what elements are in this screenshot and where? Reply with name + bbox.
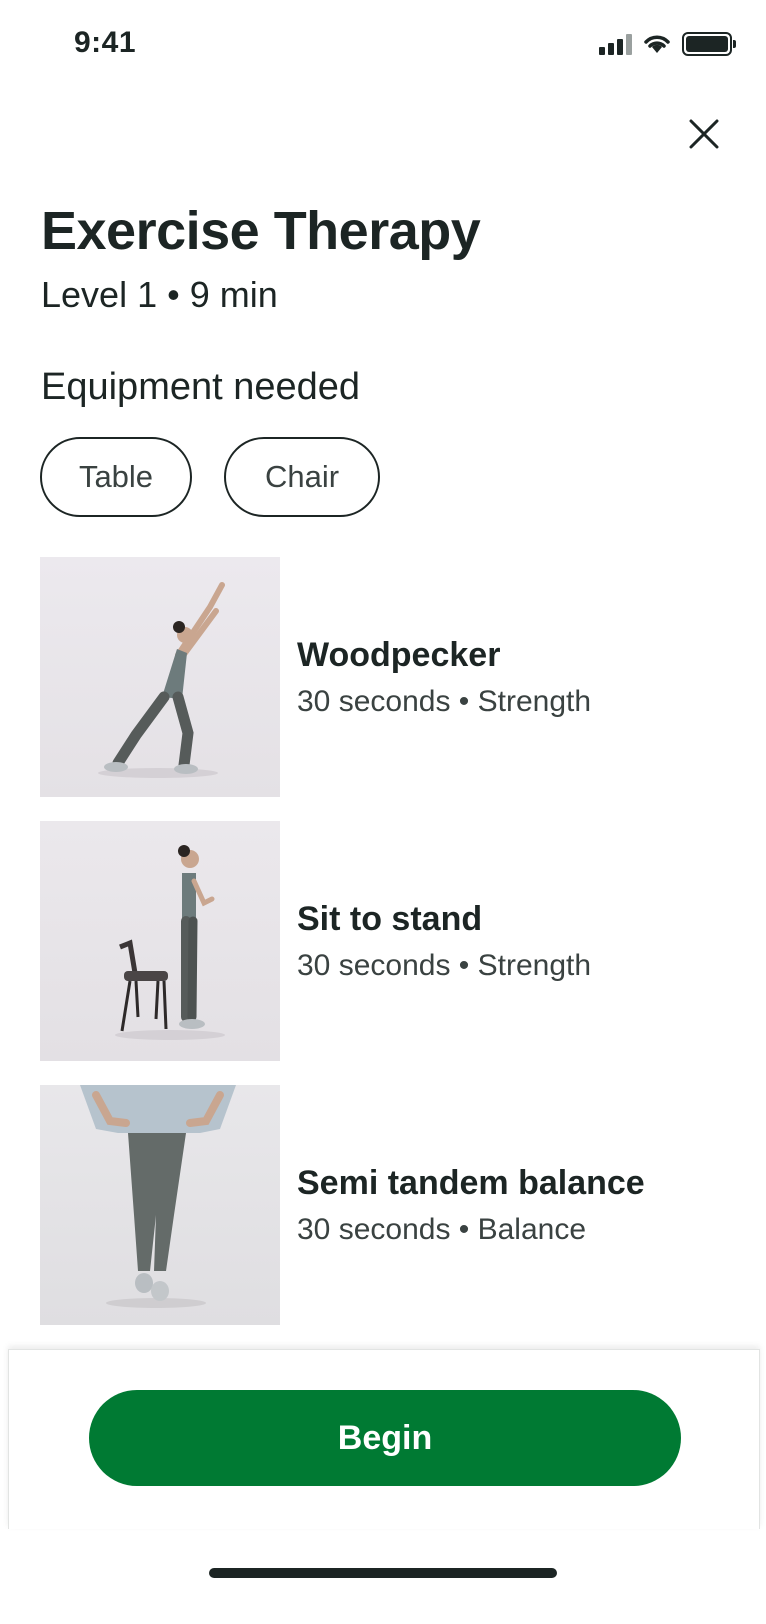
exercise-text: Woodpecker 30 seconds • Strength: [297, 636, 591, 719]
equipment-chip-list: Table Chair: [40, 437, 380, 517]
close-icon: [689, 119, 719, 149]
exercise-name: Semi tandem balance: [297, 1163, 645, 1202]
exercise-meta: 30 seconds • Balance: [297, 1212, 587, 1246]
equipment-heading: Equipment needed: [41, 366, 361, 408]
begin-button[interactable]: Begin: [89, 1390, 681, 1486]
session-subtitle: Level 1 • 9 min: [41, 274, 278, 315]
exercise-text: Sit to stand 30 seconds • Strength: [297, 900, 591, 983]
exercise-item-sit-to-stand[interactable]: Sit to stand 30 seconds • Strength: [40, 821, 740, 1061]
exercise-thumbnail-woodpecker: [40, 557, 280, 797]
exercise-item-semi-tandem-balance[interactable]: Semi tandem balance 30 seconds • Balance: [40, 1085, 740, 1325]
status-icons: [599, 32, 736, 56]
exercise-name: Woodpecker: [297, 635, 501, 674]
page-title: Exercise Therapy: [41, 201, 481, 261]
bottom-action-panel: Begin: [8, 1349, 760, 1529]
exercise-name: Sit to stand: [297, 899, 483, 938]
equipment-chip-chair[interactable]: Chair: [224, 437, 380, 517]
exercise-meta: 30 seconds • Strength: [297, 684, 592, 718]
home-indicator: [209, 1568, 557, 1578]
wifi-icon: [644, 35, 670, 53]
status-bar: 9:41: [0, 0, 766, 92]
exercise-thumbnail-semi-tandem-balance: [40, 1085, 280, 1325]
status-time: 9:41: [74, 26, 137, 59]
close-button[interactable]: [680, 110, 728, 158]
exercise-list: Woodpecker 30 seconds • Strength Sit to …: [40, 557, 740, 1349]
exercise-meta: 30 seconds • Strength: [297, 948, 592, 982]
exercise-thumbnail-sit-to-stand: [40, 821, 280, 1061]
exercise-text: Semi tandem balance 30 seconds • Balance: [297, 1164, 645, 1247]
exercise-item-woodpecker[interactable]: Woodpecker 30 seconds • Strength: [40, 557, 740, 797]
cellular-signal-icon: [599, 33, 632, 55]
equipment-chip-table[interactable]: Table: [40, 437, 192, 517]
battery-icon: [682, 32, 736, 56]
